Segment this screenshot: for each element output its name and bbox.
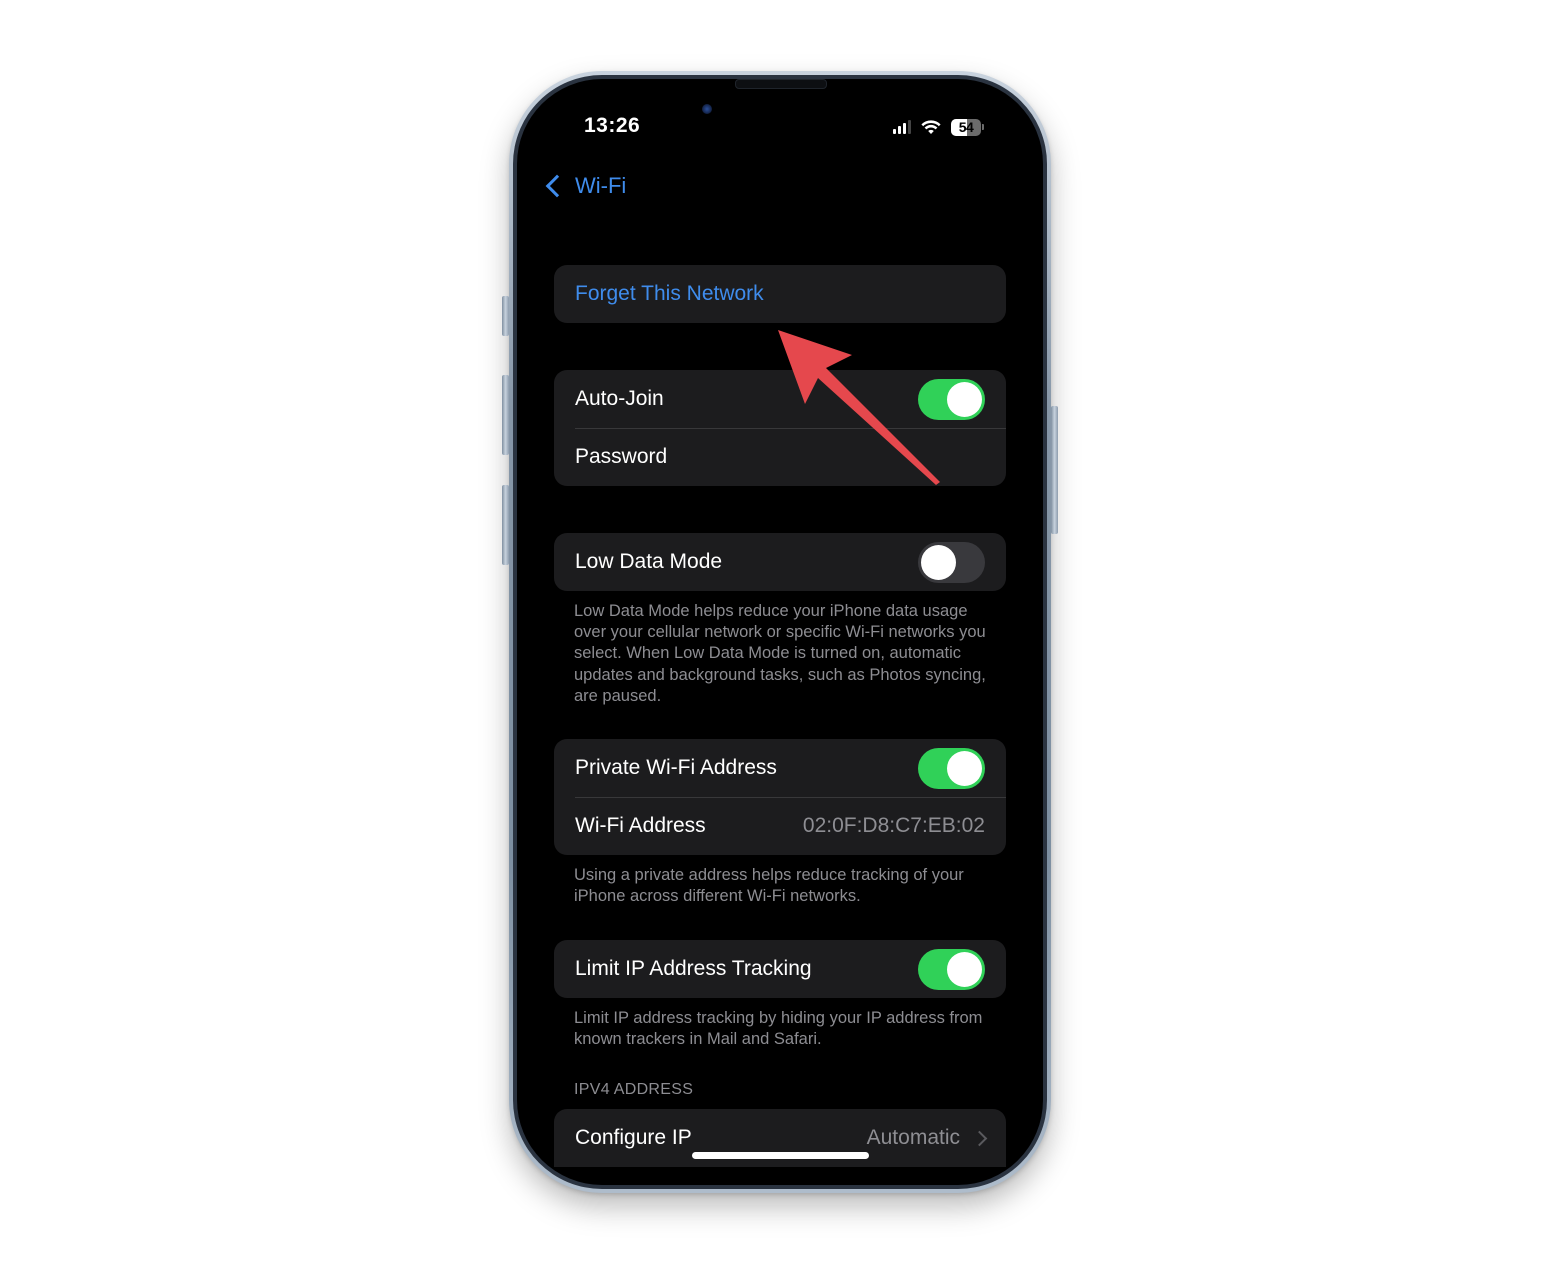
annotation-arrow bbox=[778, 330, 940, 485]
arrow-shape bbox=[778, 330, 940, 485]
